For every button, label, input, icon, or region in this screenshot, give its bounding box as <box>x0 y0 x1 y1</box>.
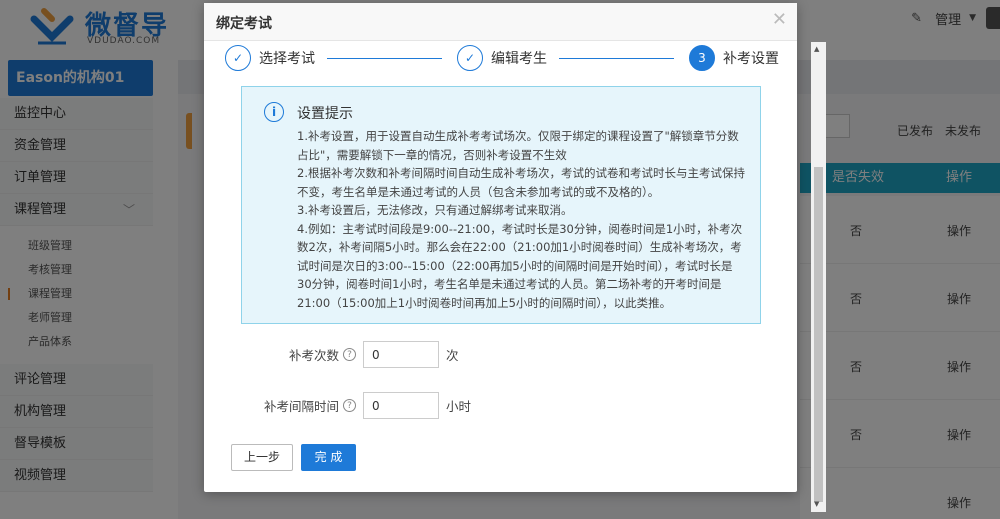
step-number-icon: 3 <box>689 45 715 71</box>
retake-interval-label-text: 补考间隔时间 <box>263 399 339 414</box>
check-icon: ✓ <box>225 45 251 71</box>
step-indicator: ✓ 选择考试 ✓ 编辑考生 3 补考设置 <box>204 41 797 79</box>
step-edit-examinees: ✓ 编辑考生 <box>457 45 547 71</box>
info-icon: i <box>264 102 284 122</box>
retake-interval-row: 补考间隔时间 ? 小时 <box>204 392 471 419</box>
step-retake-settings: 3 补考设置 <box>689 45 779 71</box>
step-label: 选择考试 <box>259 51 315 67</box>
scrollbar[interactable]: ▲ ▼ <box>811 42 826 512</box>
retake-count-label-text: 补考次数 <box>288 348 339 363</box>
retake-interval-unit: 小时 <box>446 399 472 414</box>
app-page: 微督导 VDUDAO.COM ✎ 管理 ▼ Eason的机构01 监控中心 资金… <box>0 0 1000 519</box>
retake-count-row: 补考次数 ? 次 <box>204 341 459 368</box>
step-label: 补考设置 <box>723 51 779 67</box>
tip-line: 2.根据补考次数和补考间隔时间自动生成补考场次，考试的试卷和考试时长与主考试保持… <box>297 166 745 199</box>
help-icon[interactable]: ? <box>343 399 356 412</box>
tip-line: 1.补考设置，用于设置自动生成补考考试场次。仅限于绑定的课程设置了"解锁章节分数… <box>297 129 739 162</box>
retake-count-input[interactable] <box>363 341 439 368</box>
step-connector <box>559 58 674 59</box>
help-icon[interactable]: ? <box>343 348 356 361</box>
step-connector <box>327 58 442 59</box>
tip-title: 设置提示 <box>297 106 353 122</box>
scroll-down-icon[interactable]: ▼ <box>814 500 819 508</box>
previous-step-button[interactable]: 上一步 <box>231 444 293 471</box>
done-button[interactable]: 完 成 <box>301 444 356 471</box>
tip-body: 1.补考设置，用于设置自动生成补考考试场次。仅限于绑定的课程设置了"解锁章节分数… <box>297 127 747 312</box>
retake-interval-input[interactable] <box>363 392 439 419</box>
check-icon: ✓ <box>457 45 483 71</box>
dialog-header: 绑定考试 ✕ <box>204 3 797 41</box>
close-icon[interactable]: ✕ <box>772 9 787 30</box>
retake-count-label: 补考次数 ? <box>204 345 356 364</box>
step-select-exam: ✓ 选择考试 <box>225 45 315 71</box>
bind-exam-dialog: 绑定考试 ✕ ✓ 选择考试 ✓ 编辑考生 3 补考设置 i 设置提示 1.补考设… <box>204 3 797 492</box>
scrollbar-thumb[interactable] <box>814 167 823 502</box>
settings-tip-box: i 设置提示 1.补考设置，用于设置自动生成补考考试场次。仅限于绑定的课程设置了… <box>241 86 761 324</box>
tip-line: 3.补考设置后，无法修改，只有通过解绑考试来取消。 <box>297 203 573 217</box>
retake-interval-label: 补考间隔时间 ? <box>204 396 356 415</box>
retake-count-unit: 次 <box>446 348 459 363</box>
step-label: 编辑考生 <box>491 51 547 67</box>
tip-line: 4.例如：主考试时间段是9:00--21:00，考试时长是30分钟，阅卷时间是1… <box>297 221 743 310</box>
scroll-up-icon[interactable]: ▲ <box>814 45 819 53</box>
dialog-title: 绑定考试 <box>216 16 272 32</box>
